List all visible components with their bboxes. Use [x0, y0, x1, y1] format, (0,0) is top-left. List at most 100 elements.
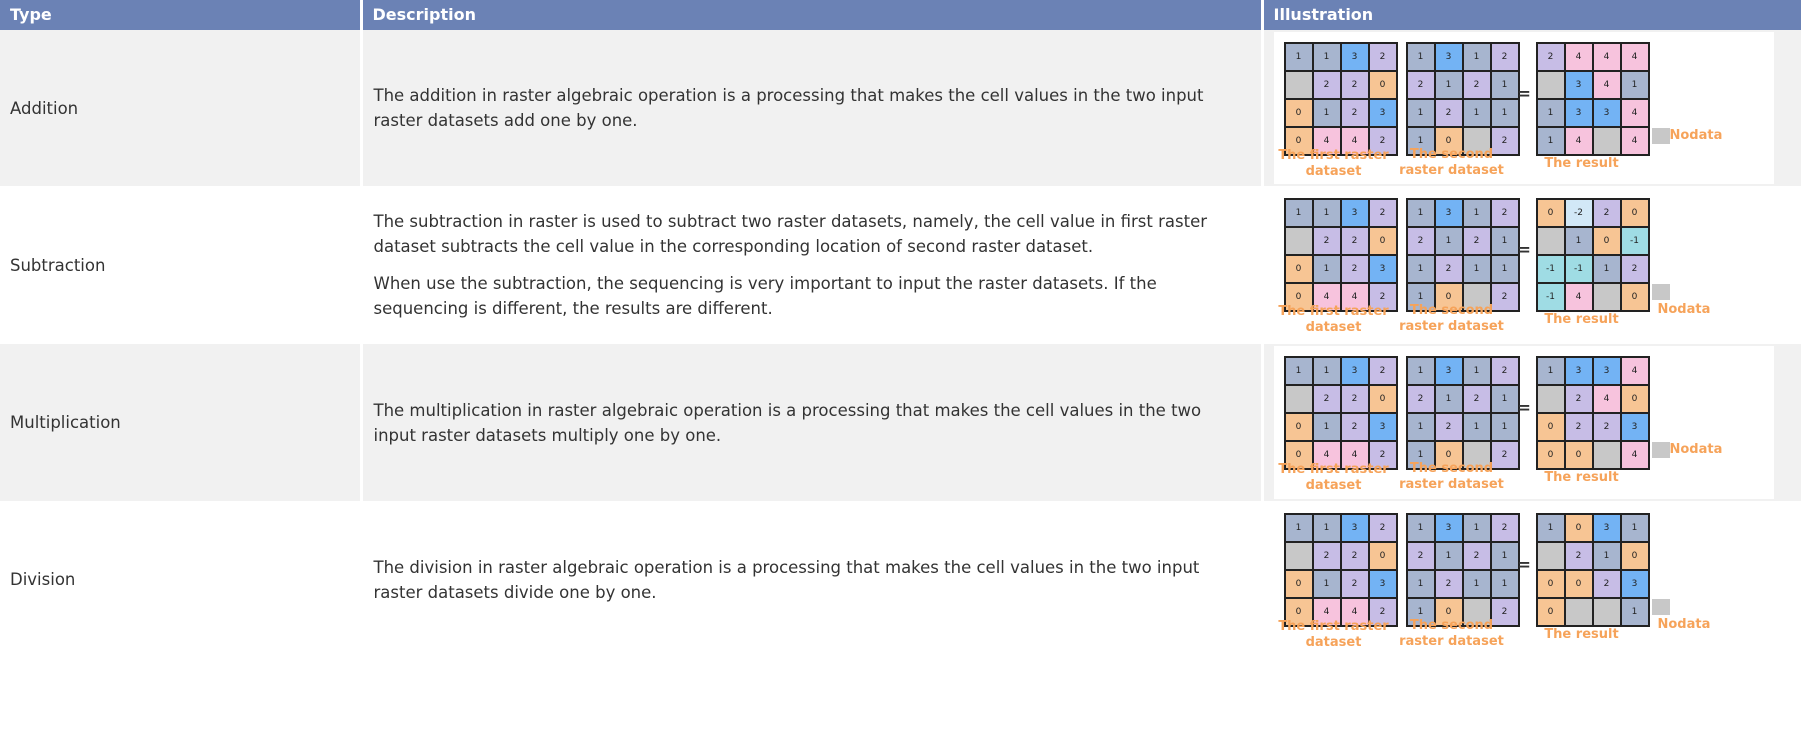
raster-cell: 3 [1340, 199, 1369, 227]
first-raster-caption: The first raster dataset [1278, 304, 1389, 335]
raster-cell: 1 [1592, 542, 1621, 570]
raster-cell: 0 [1620, 385, 1649, 413]
raster-cell: 2 [1406, 227, 1435, 255]
first-raster-caption: The first raster dataset [1278, 462, 1389, 493]
raster-cell: 1 [1434, 385, 1463, 413]
description-paragraph: The division in raster algebraic operati… [373, 557, 1200, 602]
raster-cell: 2 [1490, 357, 1519, 385]
nodata-swatch [1651, 284, 1670, 300]
raster-cell: 1 [1536, 357, 1565, 385]
raster-cell: 3 [1368, 99, 1397, 127]
raster-cell: 1 [1406, 99, 1435, 127]
raster-cell: 4 [1564, 127, 1593, 155]
raster-cell [1592, 127, 1621, 155]
raster-cell: 1 [1312, 413, 1341, 441]
raster-cell: 1 [1490, 385, 1519, 413]
raster-cell: 4 [1620, 99, 1649, 127]
raster-cell: 2 [1462, 542, 1491, 570]
description-paragraph: The multiplication in raster algebraic o… [373, 400, 1202, 445]
raster-cell: 3 [1340, 357, 1369, 385]
first-raster-grid: 113222001230442 [1283, 198, 1398, 312]
raster-cell: 2 [1406, 542, 1435, 570]
raster-cell: 1 [1462, 43, 1491, 71]
nodata-label: Nodata [1669, 128, 1723, 143]
first-raster-caption: The first raster dataset [1278, 619, 1389, 650]
raster-cell: 3 [1340, 43, 1369, 71]
raster-cell: 1 [1312, 99, 1341, 127]
raster-cell: 1 [1536, 127, 1565, 155]
raster-cell: 0 [1564, 514, 1593, 542]
illustration-panel: 1 1 3 2 2 2 0 0 1 2 3 0 4 4 2 1 3 1 2 2 1 2 1 1 2 1 1 1 0 2 = 1 3 3 4 2 4 0 0 2… [1273, 346, 1774, 499]
raster-cell: 0 [1284, 413, 1313, 441]
illustration-panel: 1 1 3 2 2 2 0 0 1 2 3 0 4 4 2 1 3 1 2 2 1 2 1 1 2 1 1 1 0 2 = 2 4 4 4 3 4 1 1 3… [1273, 32, 1774, 184]
raster-cell: 1 [1490, 99, 1519, 127]
raster-cell: 1 [1620, 514, 1649, 542]
raster-cell: 1 [1490, 570, 1519, 598]
raster-cell: 0 [1536, 199, 1565, 227]
raster-cell: 1 [1490, 227, 1519, 255]
raster-cell: 4 [1620, 127, 1649, 155]
raster-cell: 0 [1620, 283, 1649, 311]
first-raster-caption: The first raster dataset [1278, 148, 1389, 179]
illustration-panel: 1 1 3 2 2 2 0 0 1 2 3 0 4 4 2 1 3 1 2 2 1 2 1 1 2 1 1 1 0 2 = 0 -2 2 0 1 0 -1… [1273, 188, 1774, 342]
raster-cell: 0 [1620, 542, 1649, 570]
raster-cell: 0 [1368, 227, 1397, 255]
raster-cell: 2 [1490, 514, 1519, 542]
second-raster-caption: The second raster dataset [1399, 147, 1504, 178]
raster-cell: 2 [1340, 99, 1369, 127]
raster-cell: 3 [1592, 99, 1621, 127]
raster-cell: 0 [1284, 570, 1313, 598]
raster-cell: 1 [1434, 542, 1463, 570]
nodata-swatch [1651, 599, 1670, 615]
result-caption: The result [1544, 470, 1619, 485]
raster-cell: 2 [1592, 413, 1621, 441]
header-row: Type Description Illustration [0, 0, 1801, 30]
result-caption: The result [1544, 156, 1619, 171]
raster-cell: 2 [1312, 385, 1341, 413]
raster-cell: 1 [1406, 255, 1435, 283]
raster-cell: 0 [1564, 441, 1593, 469]
raster-cell: 3 [1434, 357, 1463, 385]
raster-cell: 0 [1620, 199, 1649, 227]
raster-cell [1284, 71, 1313, 99]
raster-cell: 3 [1564, 71, 1593, 99]
illustration-cell: 1 1 3 2 2 2 0 0 1 2 3 0 4 4 2 1 3 1 2 2 1 2 1 1 2 1 1 1 0 2 = 1 3 3 4 2 4 0 0 2… [1262, 344, 1801, 501]
table-row: Subtraction The subtraction in raster is … [0, 186, 1801, 344]
raster-cell: 3 [1592, 514, 1621, 542]
raster-cell: 4 [1592, 385, 1621, 413]
raster-cell [1564, 598, 1593, 626]
raster-cell: 1 [1490, 71, 1519, 99]
result-raster-grid: 13342400223004 [1535, 356, 1650, 470]
raster-cell: 1 [1462, 570, 1491, 598]
raster-cell: 3 [1620, 413, 1649, 441]
raster-cell: 2 [1536, 43, 1565, 71]
raster-cell: 2 [1312, 542, 1341, 570]
raster-cell: 1 [1312, 199, 1341, 227]
raster-cell: 2 [1434, 99, 1463, 127]
raster-cell [1536, 385, 1565, 413]
raster-cell: 1 [1312, 255, 1341, 283]
equals-sign: = [1517, 84, 1531, 103]
raster-cell: 2 [1340, 570, 1369, 598]
illustration-cell: 1 1 3 2 2 2 0 0 1 2 3 0 4 4 2 1 3 1 2 2 1 2 1 1 2 1 1 1 0 2 = 2 4 4 4 3 4 1 1 3… [1262, 30, 1801, 186]
raster-cell: 1 [1406, 413, 1435, 441]
result-raster-grid: 24443411334144 [1535, 42, 1650, 156]
raster-cell: 0 [1368, 542, 1397, 570]
raster-cell: 2 [1434, 413, 1463, 441]
raster-cell: 1 [1536, 99, 1565, 127]
raster-cell: 0 [1284, 255, 1313, 283]
raster-cell [1592, 441, 1621, 469]
raster-cell: 0 [1536, 570, 1565, 598]
second-raster-caption: The second raster dataset [1399, 461, 1504, 492]
raster-cell: 4 [1620, 441, 1649, 469]
raster-cell [1284, 385, 1313, 413]
raster-cell: 2 [1340, 385, 1369, 413]
raster-cell: 3 [1368, 570, 1397, 598]
equals-sign: = [1517, 555, 1531, 574]
raster-cell: -1 [1620, 227, 1649, 255]
raster-cell: 2 [1340, 542, 1369, 570]
raster-cell: 3 [1368, 413, 1397, 441]
raster-cell: -1 [1536, 283, 1565, 311]
raster-cell: 2 [1564, 413, 1593, 441]
type-cell: Subtraction [0, 186, 363, 344]
